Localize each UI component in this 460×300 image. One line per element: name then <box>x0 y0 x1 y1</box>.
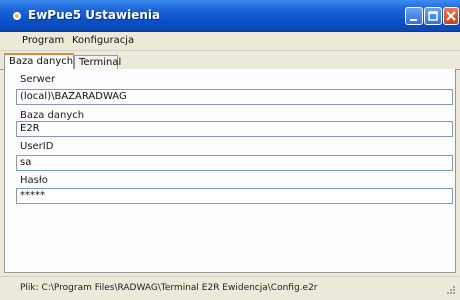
userid-input[interactable]: sa <box>16 155 453 171</box>
maximize-button[interactable] <box>424 7 442 25</box>
resize-grip-icon[interactable] <box>446 285 456 295</box>
title-bar[interactable]: EwPue5 Ustawienia <box>0 0 460 32</box>
close-icon <box>446 11 456 21</box>
tab-terminal[interactable]: Terminal <box>74 55 121 69</box>
app-icon <box>13 12 21 20</box>
settings-window: EwPue5 Ustawienia Program Konfiguracja B… <box>0 0 460 300</box>
minimize-icon <box>410 19 417 21</box>
password-label: Hasło <box>20 175 48 186</box>
maximize-icon <box>428 11 438 21</box>
menu-konfiguracja[interactable]: Konfiguracja <box>72 35 134 46</box>
menu-program[interactable]: Program <box>22 35 64 46</box>
status-bar: Plik: C:\Program Files\RADWAG\Terminal E… <box>0 276 460 300</box>
menu-bar: Program Konfiguracja <box>0 32 460 51</box>
database-label: Baza danych <box>20 110 85 121</box>
window-title: EwPue5 Ustawienia <box>28 8 161 22</box>
password-input[interactable]: ***** <box>16 188 453 204</box>
close-button[interactable] <box>443 7 459 25</box>
minimize-button[interactable] <box>405 7 423 25</box>
userid-label: UserID <box>20 141 54 152</box>
server-label: Serwer <box>20 74 56 85</box>
database-input[interactable]: E2R <box>16 121 453 137</box>
tab-strip: Baza danych Terminal <box>0 52 460 70</box>
status-file-path: Plik: C:\Program Files\RADWAG\Terminal E… <box>20 283 318 293</box>
tab-baza-danych[interactable]: Baza danych <box>4 53 74 70</box>
server-input[interactable]: (local)\BAZARADWAG <box>16 89 453 105</box>
